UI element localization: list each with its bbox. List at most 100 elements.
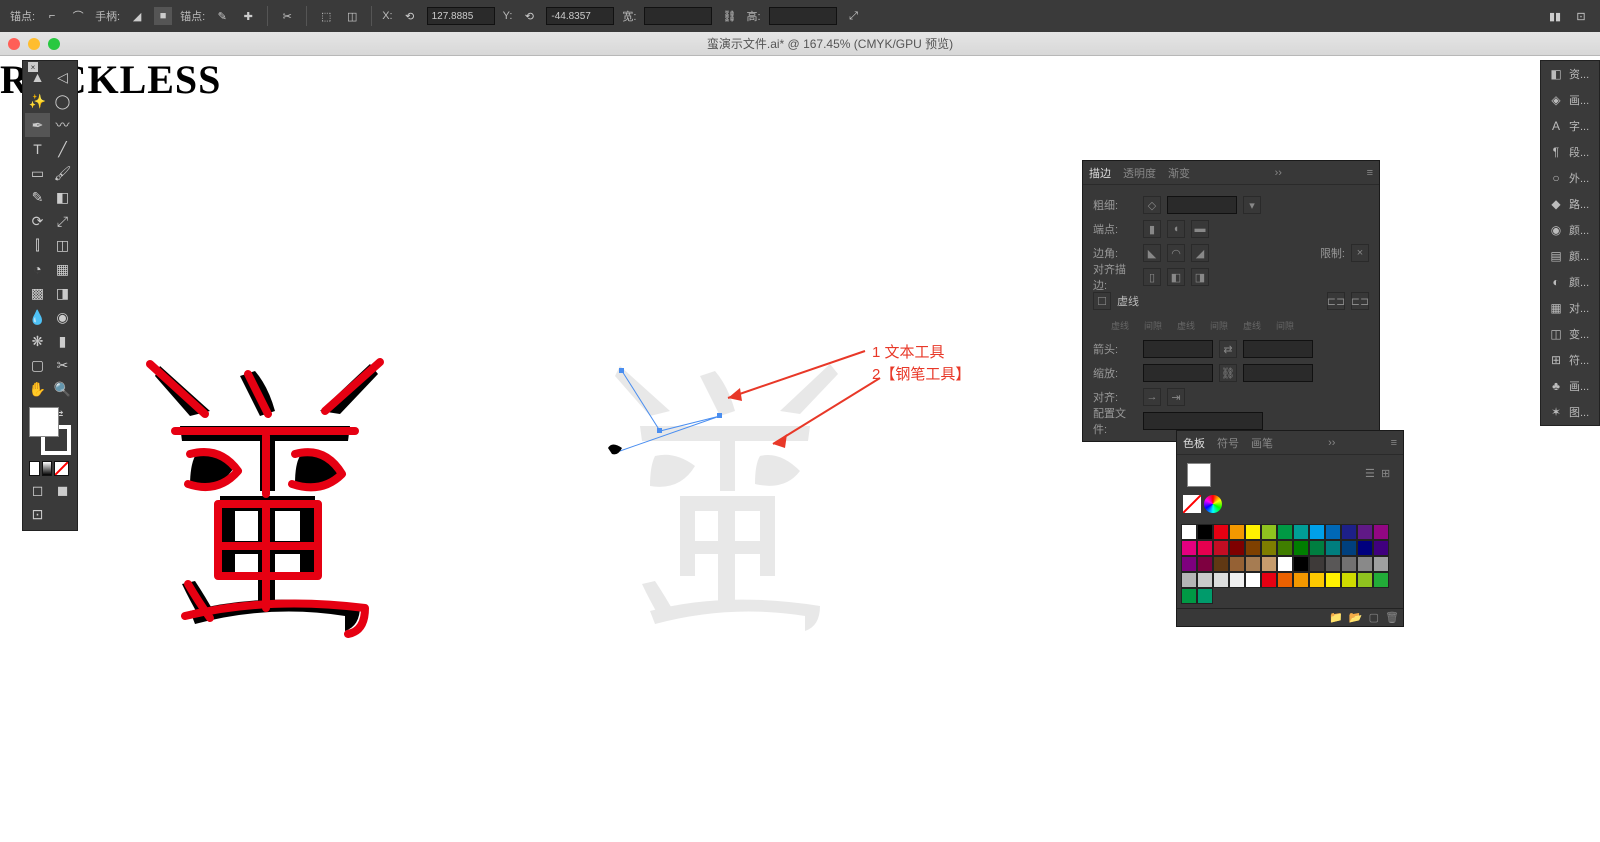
- swatch-color[interactable]: [1229, 556, 1245, 572]
- swatch-color[interactable]: [1213, 524, 1229, 540]
- right-strip-item-11[interactable]: ⊞符...: [1541, 347, 1599, 373]
- align-center-icon[interactable]: ▯: [1143, 268, 1161, 286]
- blend-tool[interactable]: ◉: [50, 305, 75, 329]
- rectangle-tool[interactable]: ▭: [25, 161, 50, 185]
- collapse-icon[interactable]: ››: [1275, 167, 1282, 179]
- free-transform-tool[interactable]: ◫: [50, 233, 75, 257]
- right-strip-item-4[interactable]: ○外...: [1541, 165, 1599, 191]
- collapse-icon[interactable]: ››: [1328, 437, 1335, 449]
- panel-menu-icon[interactable]: ≡: [1367, 167, 1373, 179]
- eraser-tool[interactable]: ◧: [50, 185, 75, 209]
- transparency-tab[interactable]: 透明度: [1123, 165, 1156, 181]
- swatch-color[interactable]: [1373, 524, 1389, 540]
- shape-builder-tool[interactable]: ◔: [25, 257, 50, 281]
- swatch-color[interactable]: [1229, 572, 1245, 588]
- swatch-color[interactable]: [1277, 524, 1293, 540]
- remove-anchor-icon[interactable]: ✎: [213, 7, 231, 25]
- weight-dropdown-icon[interactable]: ▾: [1243, 196, 1261, 214]
- swatch-color[interactable]: [1341, 540, 1357, 556]
- swatch-color[interactable]: [1197, 524, 1213, 540]
- y-input[interactable]: -44.8357: [546, 7, 614, 25]
- gradient-tool[interactable]: ◨: [50, 281, 75, 305]
- list-view-icon[interactable]: ☰: [1365, 467, 1381, 483]
- line-segment-tool[interactable]: ╱: [50, 137, 75, 161]
- swatch-color[interactable]: [1229, 540, 1245, 556]
- new-swatch-icon[interactable]: ▢: [1369, 611, 1379, 624]
- anchor-smooth-icon[interactable]: ⌒: [69, 7, 87, 25]
- swatch-color[interactable]: [1325, 540, 1341, 556]
- draw-mode-behind[interactable]: ◼: [50, 478, 75, 502]
- swatches-tab[interactable]: 色板: [1183, 435, 1205, 451]
- gradient-tab[interactable]: 渐变: [1168, 165, 1190, 181]
- width-tool[interactable]: ⫿: [25, 233, 50, 257]
- swatch-color[interactable]: [1309, 540, 1325, 556]
- swatch-color[interactable]: [1245, 540, 1261, 556]
- corner-miter-icon[interactable]: ◣: [1143, 244, 1161, 262]
- pen-tool[interactable]: ✒: [25, 113, 50, 137]
- stepper-icon[interactable]: ◇: [1143, 196, 1161, 214]
- dash-align-icon[interactable]: ⊏⊐: [1351, 292, 1369, 310]
- swatch-color[interactable]: [1373, 556, 1389, 572]
- weight-input[interactable]: [1167, 196, 1237, 214]
- brushes-tab[interactable]: 画笔: [1251, 435, 1273, 451]
- add-anchor-icon[interactable]: ✚: [239, 7, 257, 25]
- anchor-corner-icon[interactable]: ⌐: [43, 7, 61, 25]
- rotate-tool[interactable]: ⟳: [25, 209, 50, 233]
- swatch-color[interactable]: [1325, 572, 1341, 588]
- right-strip-item-12[interactable]: ♣画...: [1541, 373, 1599, 399]
- none-swatch[interactable]: [1183, 495, 1201, 513]
- handle-show-icon[interactable]: ◢: [128, 7, 146, 25]
- cap-round-icon[interactable]: ◖: [1167, 220, 1185, 238]
- link-wh-icon[interactable]: ⛓: [720, 7, 738, 25]
- symbol-sprayer-tool[interactable]: ❋: [25, 329, 50, 353]
- minimize-window-button[interactable]: [28, 38, 40, 50]
- swatch-color[interactable]: [1245, 524, 1261, 540]
- swatch-color[interactable]: [1261, 572, 1277, 588]
- scale-tool[interactable]: ⤢: [50, 209, 75, 233]
- fit-icon[interactable]: ⤢: [845, 7, 863, 25]
- align-inside-icon[interactable]: ◧: [1167, 268, 1185, 286]
- column-graph-tool[interactable]: ▮: [50, 329, 75, 353]
- swatch-color[interactable]: [1293, 572, 1309, 588]
- align-arrow-end-icon[interactable]: ⇥: [1167, 388, 1185, 406]
- swatch-color[interactable]: [1213, 540, 1229, 556]
- artboard-tool[interactable]: ▢: [25, 353, 50, 377]
- dash-preserve-icon[interactable]: ⊏⊐: [1327, 292, 1345, 310]
- right-strip-item-7[interactable]: ▤颜...: [1541, 243, 1599, 269]
- stroke-tab[interactable]: 描边: [1089, 165, 1111, 181]
- magic-wand-tool[interactable]: ✨: [25, 89, 50, 113]
- color-mode-solid[interactable]: [29, 461, 40, 476]
- swatch-color[interactable]: [1277, 556, 1293, 572]
- swatch-color[interactable]: [1341, 524, 1357, 540]
- swatch-color[interactable]: [1181, 588, 1197, 604]
- swatch-color[interactable]: [1293, 556, 1309, 572]
- screen-mode[interactable]: ⊡: [25, 502, 50, 526]
- right-strip-item-9[interactable]: ▦对...: [1541, 295, 1599, 321]
- swatch-color[interactable]: [1277, 540, 1293, 556]
- current-fill-swatch[interactable]: [1187, 463, 1211, 487]
- color-mode-gradient[interactable]: [42, 461, 53, 476]
- swatch-color[interactable]: [1357, 524, 1373, 540]
- w-input[interactable]: [644, 7, 712, 25]
- grid-view-icon[interactable]: ⊞: [1381, 467, 1397, 483]
- y-link-icon[interactable]: ⟲: [520, 7, 538, 25]
- link-xy-icon[interactable]: ⟲: [401, 7, 419, 25]
- right-strip-item-6[interactable]: ◉颜...: [1541, 217, 1599, 243]
- curvature-tool[interactable]: 〰: [50, 113, 75, 137]
- perspective-grid-tool[interactable]: ▦: [50, 257, 75, 281]
- draw-mode-normal[interactable]: ◻: [25, 478, 50, 502]
- swatch-color[interactable]: [1261, 524, 1277, 540]
- arrow-start-input[interactable]: [1143, 340, 1213, 358]
- zoom-tool[interactable]: 🔍: [50, 377, 75, 401]
- h-input[interactable]: [769, 7, 837, 25]
- align-arrow-tip-icon[interactable]: →: [1143, 388, 1161, 406]
- mesh-tool[interactable]: ▩: [25, 281, 50, 305]
- panel-menu-icon[interactable]: ≡: [1391, 437, 1397, 449]
- swatch-color[interactable]: [1197, 540, 1213, 556]
- direct-selection-tool[interactable]: ◁: [50, 65, 75, 89]
- right-strip-item-13[interactable]: ✶图...: [1541, 399, 1599, 425]
- isolate-icon[interactable]: ⬚: [317, 7, 335, 25]
- swatch-color[interactable]: [1229, 524, 1245, 540]
- limit-close-icon[interactable]: ×: [1351, 244, 1369, 262]
- type-tool[interactable]: T: [25, 137, 50, 161]
